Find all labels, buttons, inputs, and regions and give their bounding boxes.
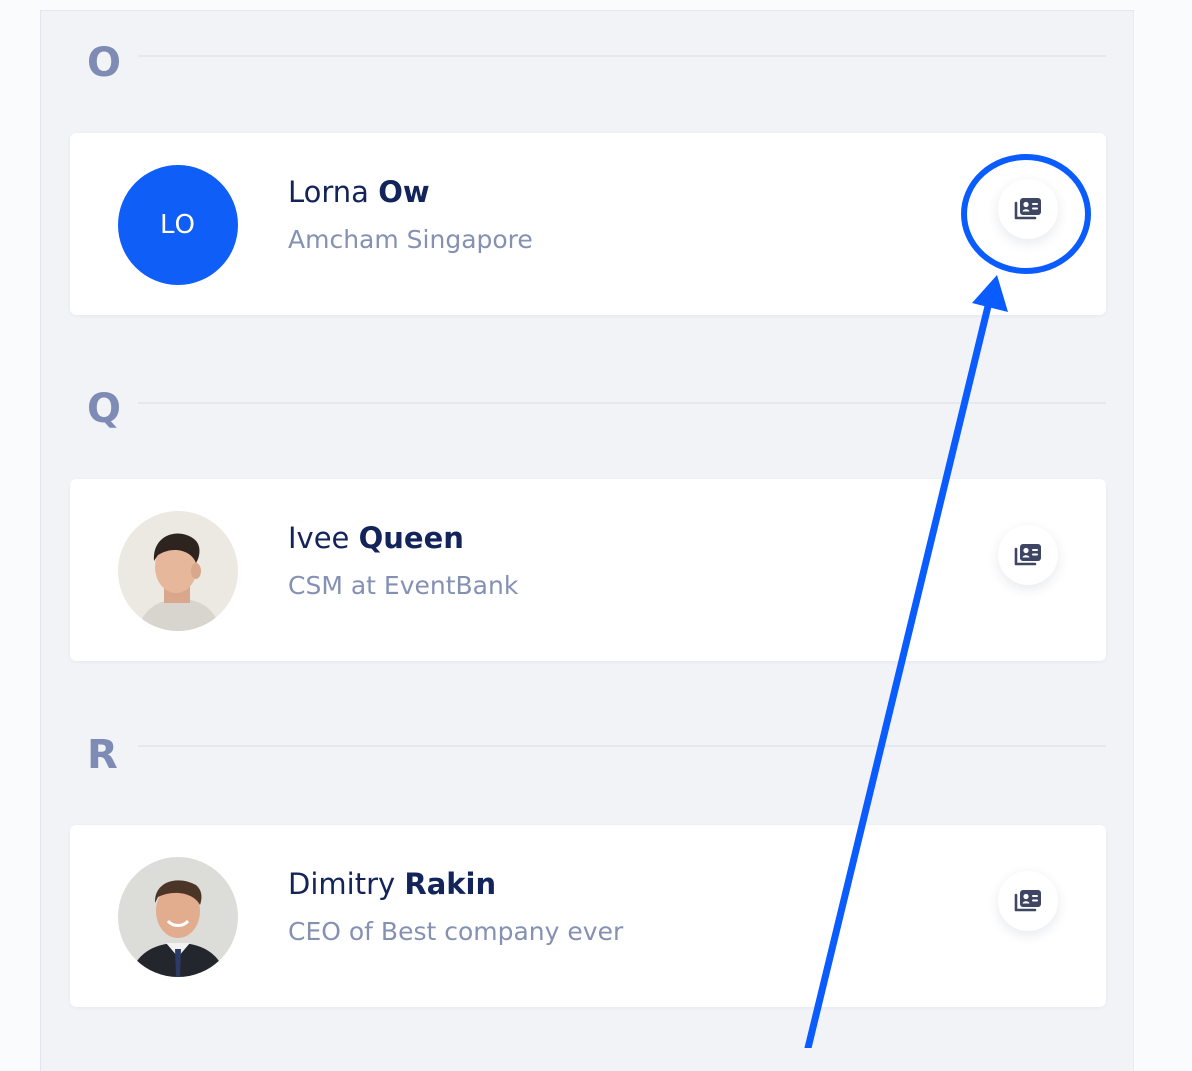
- contact-name: Ivee Queen: [288, 521, 464, 555]
- contact-card-icon: [1014, 544, 1041, 566]
- contact-last-name: Queen: [358, 521, 464, 555]
- section-divider-r: [138, 745, 1106, 747]
- contact-last-name: Ow: [378, 175, 430, 209]
- contact-last-name: Rakin: [404, 867, 497, 901]
- contact-card-icon: [1014, 890, 1041, 912]
- contact-card-dimitry-rakin[interactable]: Dimitry Rakin CEO of Best company ever: [70, 825, 1106, 1007]
- contact-card-lorna-ow[interactable]: LO Lorna Ow Amcham Singapore: [70, 133, 1106, 315]
- contact-first-name: Ivee: [288, 521, 350, 555]
- avatar: LO: [118, 165, 238, 285]
- section-divider-o: [138, 55, 1106, 57]
- section-letter-o: O: [87, 40, 122, 86]
- contact-card-ivee-queen[interactable]: Ivee Queen CSM at EventBank: [70, 479, 1106, 661]
- avatar-photo: [118, 511, 238, 631]
- view-contact-card-button[interactable]: [998, 525, 1058, 585]
- contact-first-name: Lorna: [288, 175, 369, 209]
- avatar: [118, 511, 238, 631]
- contact-card-icon: [1014, 198, 1041, 220]
- avatar: [118, 857, 238, 977]
- contact-subtitle: Amcham Singapore: [288, 225, 533, 254]
- view-contact-card-button[interactable]: [998, 179, 1058, 239]
- avatar-photo: [118, 857, 238, 977]
- section-letter-r: R: [87, 732, 118, 778]
- avatar-initials: LO: [159, 210, 197, 240]
- contact-subtitle: CEO of Best company ever: [288, 917, 624, 946]
- contact-subtitle: CSM at EventBank: [288, 571, 519, 600]
- view-contact-card-button[interactable]: [998, 871, 1058, 931]
- section-letter-q: Q: [87, 386, 122, 432]
- section-divider-q: [138, 402, 1106, 404]
- contact-name: Dimitry Rakin: [288, 867, 496, 901]
- contact-first-name: Dimitry: [288, 867, 396, 901]
- contact-name: Lorna Ow: [288, 175, 430, 209]
